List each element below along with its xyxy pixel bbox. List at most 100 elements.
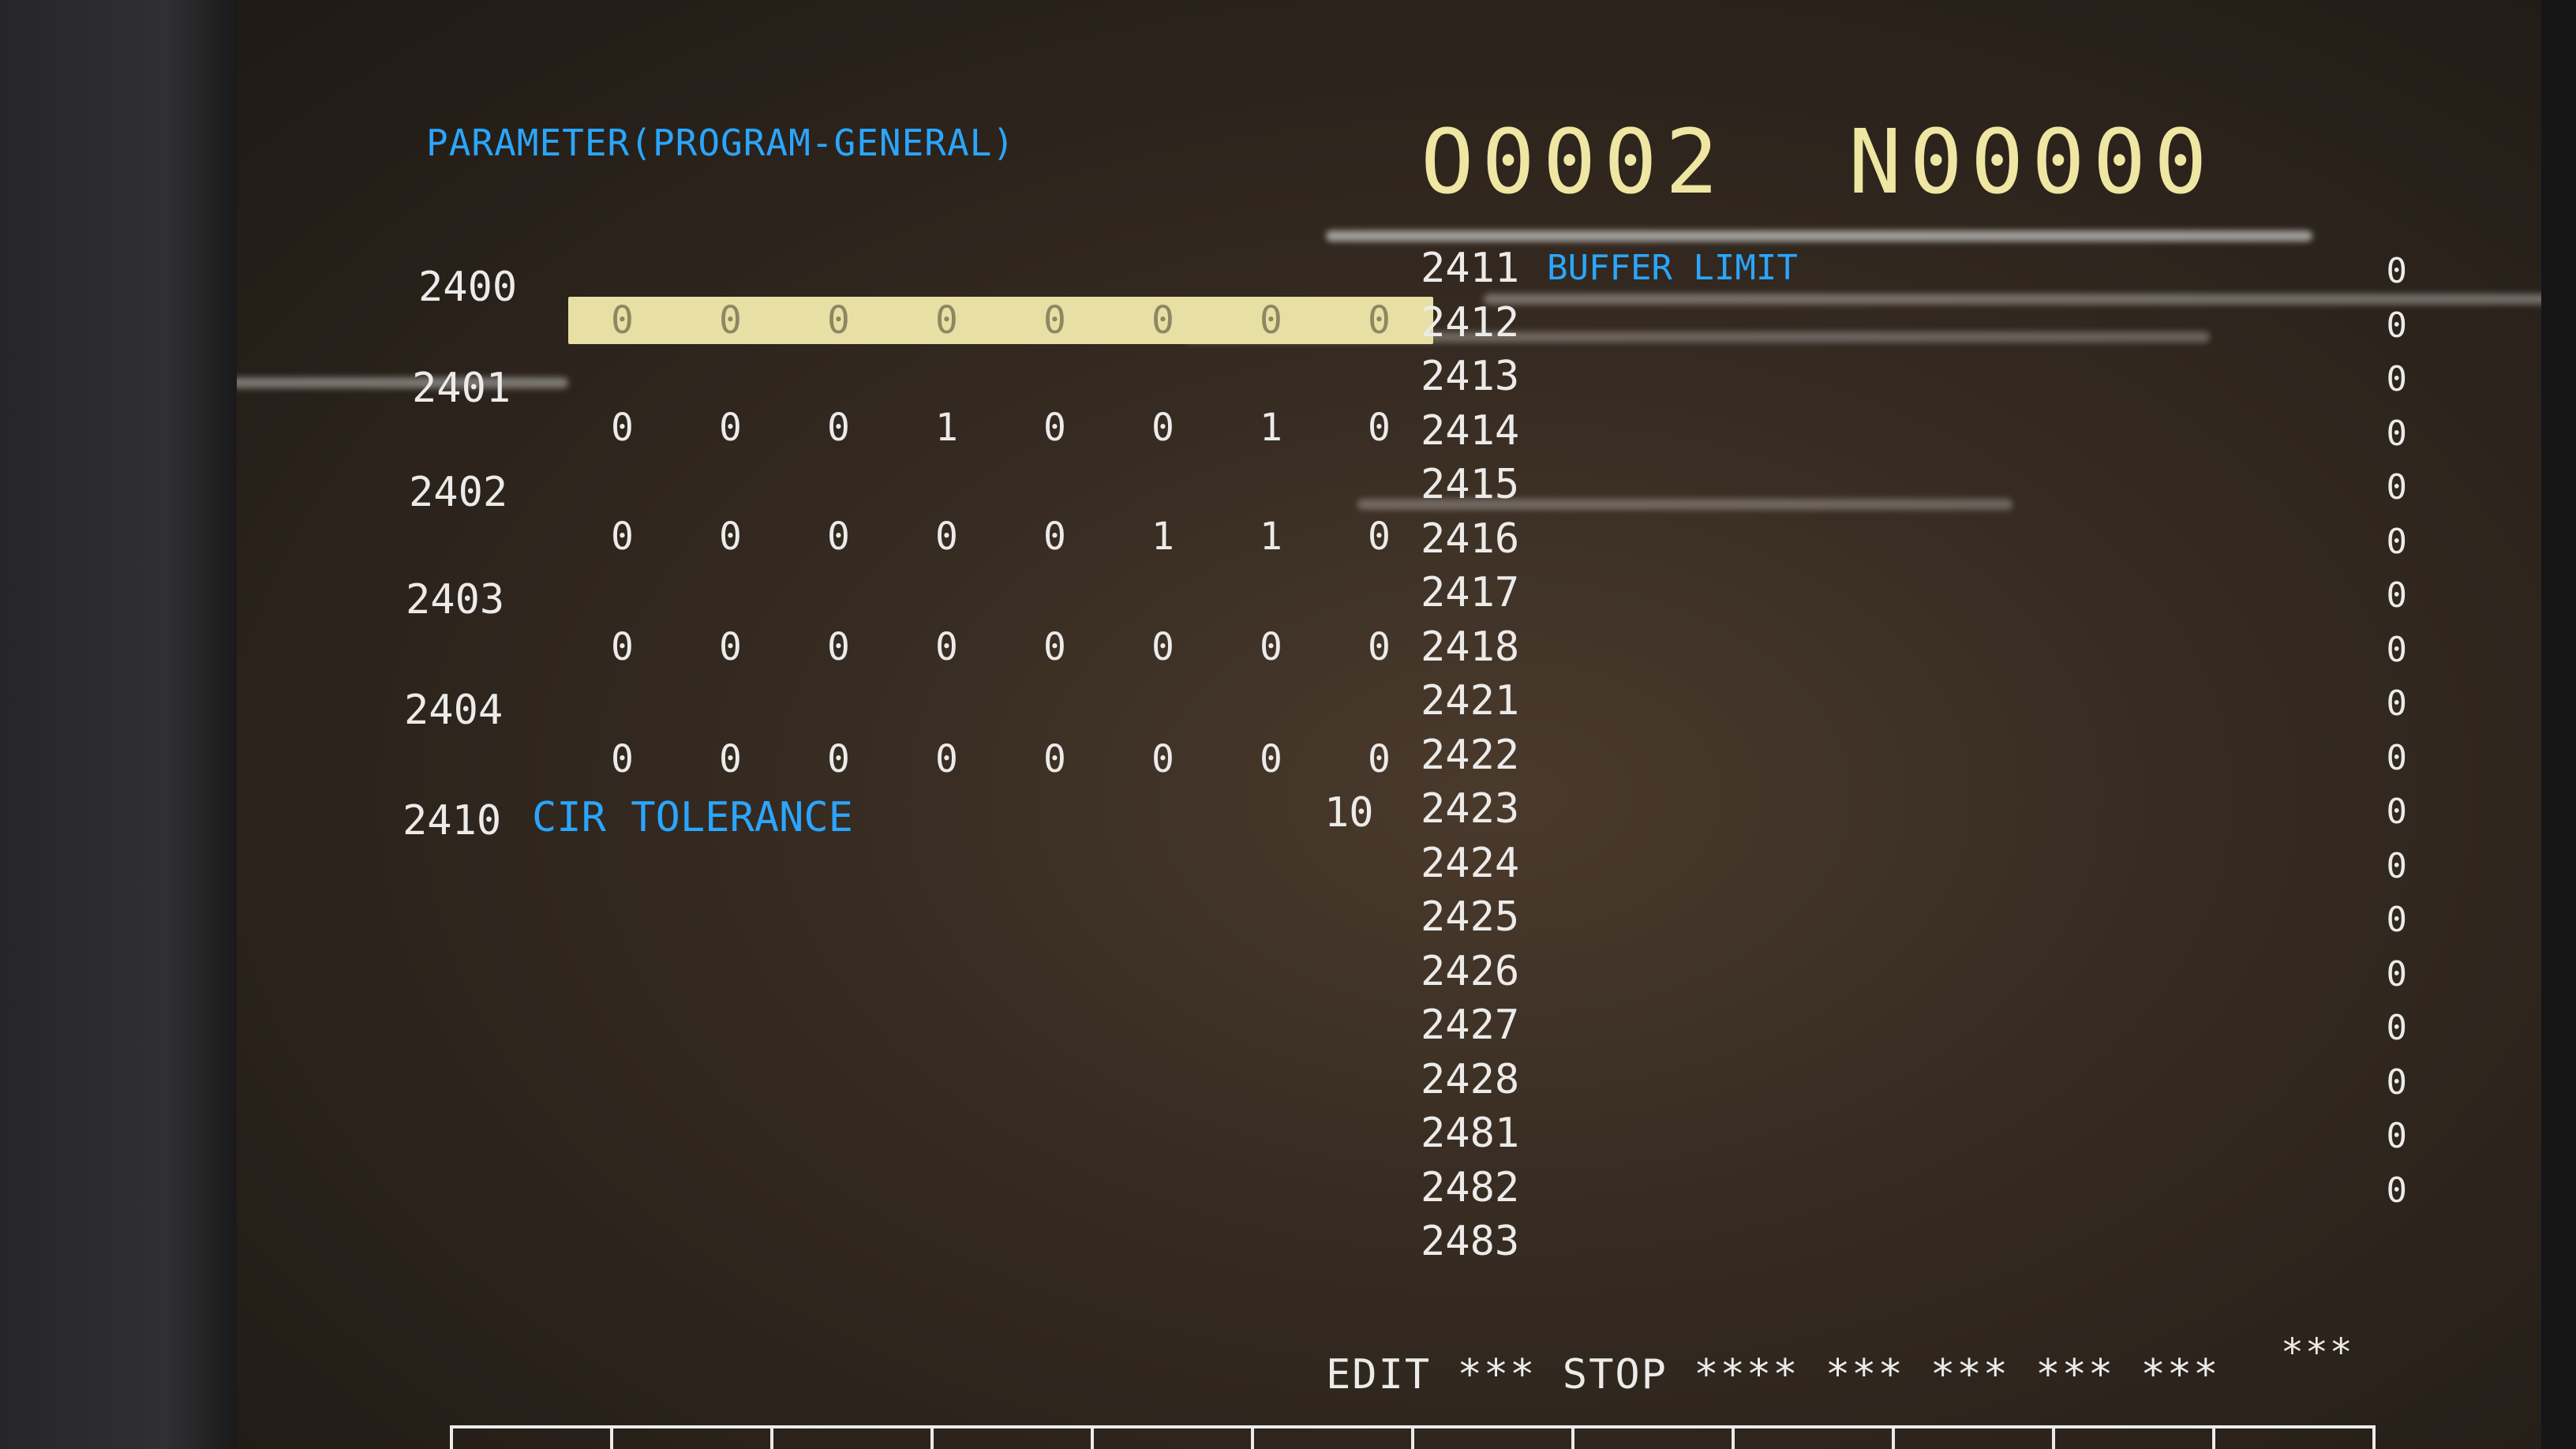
param-row[interactable]: 2416 0 [1421,515,2407,570]
bit-value: 0 [1043,625,1066,669]
param-row[interactable]: 2481 0 [1421,1110,2407,1164]
bit-value: 0 [827,406,850,450]
param-value-cir-tolerance[interactable]: 10 [1324,792,1374,833]
param-row-2402[interactable]: 0 0 0 0 0 1 1 0 [568,518,1433,556]
param-number: 2425 [1421,893,1520,941]
param-value: 0 [2386,1061,2408,1103]
bit-value: 0 [1151,298,1174,343]
param-row[interactable]: 2423 0 [1421,785,2407,840]
glare-streak [237,377,568,388]
bit-value: 0 [1260,298,1282,343]
glare-streak [1326,230,2312,242]
bit-value: 0 [1151,737,1174,781]
param-row[interactable]: 2414 0 [1421,407,2407,462]
bit-value: 0 [1260,625,1282,669]
param-number-2402: 2402 [409,469,508,516]
bit-value: 0 [1368,406,1391,450]
param-value: 0 [2386,900,2408,940]
param-row[interactable]: 2412 0 [1421,299,2407,354]
param-row[interactable]: 2413 0 [1421,353,2407,407]
param-value: 0 [2386,683,2408,724]
param-number: 2417 [1421,569,1520,616]
softkey[interactable] [2052,1428,2212,1449]
softkey[interactable] [610,1428,770,1449]
param-number-2410: 2410 [402,797,502,844]
softkey[interactable] [1571,1428,1732,1449]
param-value: 0 [2386,629,2408,670]
bit-value: 1 [1260,406,1282,450]
param-row[interactable]: 2482 0 [1421,1164,2407,1219]
param-value: 0 [2386,467,2408,507]
bit-value: 1 [935,406,958,450]
param-row[interactable]: 2425 0 [1421,893,2407,948]
softkey[interactable] [770,1428,930,1449]
bit-value: 1 [1151,515,1174,559]
softkey[interactable] [2212,1428,2376,1449]
bit-value: 1 [1260,515,1282,559]
param-number: 2415 [1421,461,1520,508]
param-number: 2411 [1421,245,1520,292]
bit-value: 0 [1260,737,1282,781]
status-bar-right: *** [2281,1331,2354,1375]
bit-value: 0 [719,737,742,781]
param-row-2403[interactable]: 0 0 0 0 0 0 0 0 [568,628,1433,666]
bit-value: 0 [935,625,958,669]
param-value: 0 [2386,1116,2408,1156]
param-number: 2423 [1421,785,1520,833]
softkey[interactable] [450,1428,610,1449]
param-row[interactable]: 2417 0 [1421,569,2407,623]
bit-value: 0 [719,515,742,559]
bit-value: 0 [1043,406,1066,450]
param-name: BUFFER LIMIT [1547,248,1798,288]
param-list-right: 2411 BUFFER LIMIT 0 2412 0 2413 0 2414 0… [1421,245,2407,1272]
bit-value: 0 [827,298,850,343]
param-value: 0 [2386,359,2408,399]
bit-value: 0 [611,625,634,669]
bit-value: 0 [827,515,850,559]
param-row[interactable]: 2421 0 [1421,677,2407,732]
bit-value: 0 [1368,298,1391,343]
param-number: 2414 [1421,406,1520,455]
param-row[interactable]: 2424 0 [1421,840,2407,894]
param-row[interactable]: 2483 [1421,1218,2407,1272]
param-value: 0 [2386,575,2408,616]
param-number: 2428 [1421,1055,1520,1103]
program-number-display: O0002 N00000 [1421,118,2215,207]
softkey[interactable] [1091,1428,1251,1449]
param-value: 0 [2386,1008,2408,1048]
param-row[interactable]: 2427 0 [1421,1002,2407,1056]
param-row-2401[interactable]: 0 0 0 1 0 0 1 0 [568,409,1433,447]
bit-value: 0 [611,298,634,343]
bit-value: 0 [611,406,634,450]
softkey[interactable] [1251,1428,1411,1449]
param-number: 2412 [1421,298,1520,346]
param-row[interactable]: 2418 0 [1421,623,2407,678]
param-row[interactable]: 2428 0 [1421,1056,2407,1110]
bit-value: 0 [719,406,742,450]
param-value: 0 [2386,737,2408,778]
param-value: 0 [2386,845,2408,886]
bit-value: 0 [719,625,742,669]
param-value: 0 [2386,305,2408,346]
bit-value: 0 [611,737,634,781]
softkey[interactable] [1732,1428,1892,1449]
monitor-bezel-right [2541,0,2576,1449]
softkey[interactable] [1411,1428,1571,1449]
param-row-2404[interactable]: 0 0 0 0 0 0 0 0 [568,740,1433,778]
param-number: 2422 [1421,731,1520,779]
param-number: 2418 [1421,623,1520,671]
param-number: 2424 [1421,839,1520,887]
param-row[interactable]: 2415 0 [1421,461,2407,515]
softkey[interactable] [930,1428,1091,1449]
param-row[interactable]: 2426 0 [1421,948,2407,1002]
param-row[interactable]: 2411 BUFFER LIMIT 0 [1421,245,2407,299]
param-value: 0 [2386,953,2408,994]
param-number: 2483 [1421,1218,1520,1265]
param-number-2401: 2401 [412,365,511,412]
param-number: 2413 [1421,353,1520,400]
param-row-2400-cursor[interactable]: 0 0 0 0 0 0 0 0 [568,297,1433,344]
param-number: 2481 [1421,1110,1520,1157]
param-value: 0 [2386,521,2408,562]
softkey[interactable] [1892,1428,2052,1449]
param-row[interactable]: 2422 0 [1421,732,2407,786]
